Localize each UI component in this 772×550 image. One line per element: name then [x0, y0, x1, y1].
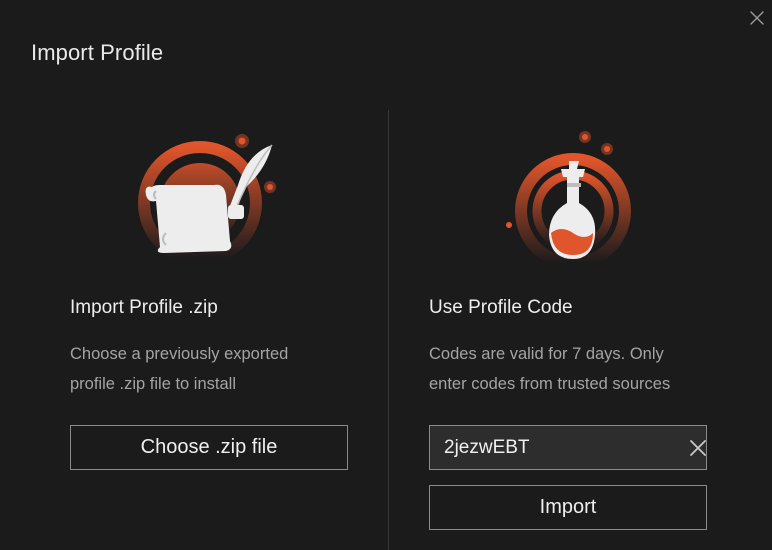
close-icon[interactable] [748, 9, 766, 27]
code-section-description: Codes are valid for 7 days. Only enter c… [429, 339, 729, 399]
code-section-heading: Use Profile Code [429, 297, 573, 318]
import-button[interactable]: Import [429, 485, 707, 530]
zip-description-line-1: Choose a previously exported [70, 345, 289, 363]
code-description-line-1: Codes are valid for 7 days. Only [429, 345, 664, 363]
code-description-line-2: enter codes from trusted sources [429, 375, 671, 393]
clear-x-icon[interactable] [689, 426, 707, 469]
dialog-title: Import Profile [31, 40, 164, 65]
profile-code-field [429, 425, 707, 470]
section-divider [388, 110, 389, 550]
import-profile-dialog: Import Profile Import Profile .zip Choos… [0, 0, 772, 550]
zip-section-description: Choose a previously exported profile .zi… [70, 339, 370, 399]
zip-description-line-2: profile .zip file to install [70, 375, 236, 393]
scroll-quill-icon [130, 125, 280, 265]
potion-flask-icon [495, 125, 645, 269]
choose-zip-file-button[interactable]: Choose .zip file [70, 425, 348, 470]
profile-code-input[interactable] [430, 426, 689, 469]
zip-section-heading: Import Profile .zip [70, 297, 218, 318]
